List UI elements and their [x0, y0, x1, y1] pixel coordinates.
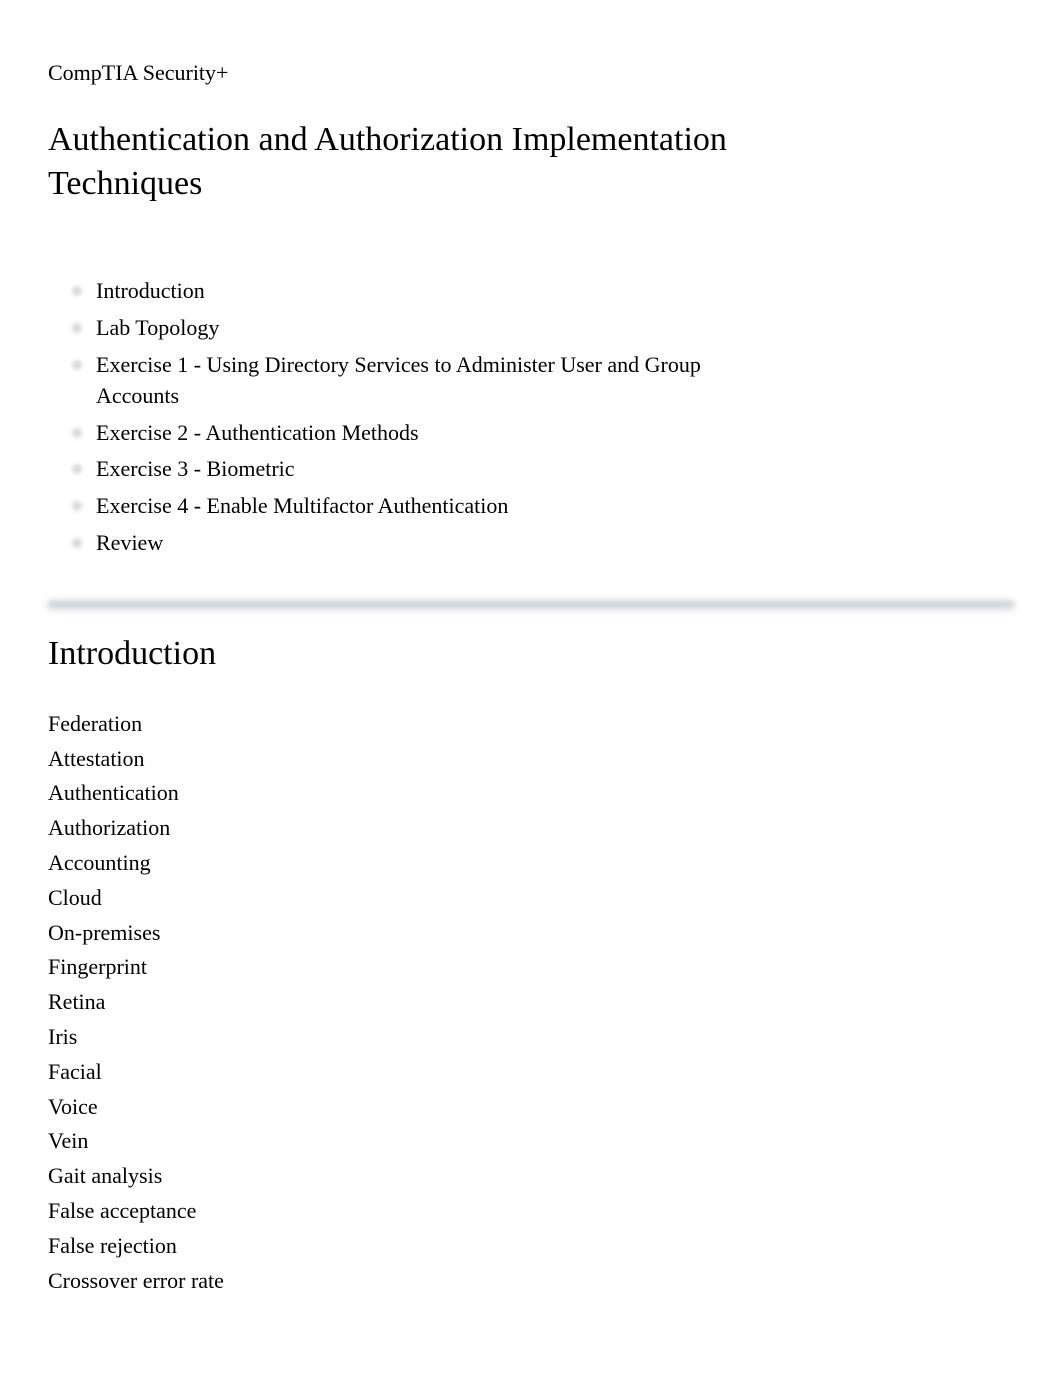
toc-item-label: Exercise 2 - Authentication Methods: [96, 418, 419, 449]
toc-item[interactable]: Exercise 2 - Authentication Methods: [72, 418, 1014, 449]
toc-item-label: Introduction: [96, 276, 205, 307]
course-title: CompTIA Security+: [48, 60, 1014, 86]
toc-item[interactable]: Lab Topology: [72, 313, 1014, 344]
term-item: Accounting: [48, 848, 1014, 879]
term-item: Iris: [48, 1022, 1014, 1053]
term-item: Retina: [48, 987, 1014, 1018]
term-item: False acceptance: [48, 1196, 1014, 1227]
bullet-icon: [72, 538, 82, 548]
term-item: Attestation: [48, 744, 1014, 775]
term-item: False rejection: [48, 1231, 1014, 1262]
bullet-icon: [72, 286, 82, 296]
toc-item-label: Exercise 4 - Enable Multifactor Authenti…: [96, 491, 508, 522]
bullet-icon: [72, 323, 82, 333]
toc-item[interactable]: Exercise 4 - Enable Multifactor Authenti…: [72, 491, 1014, 522]
toc-list: Introduction Lab Topology Exercise 1 - U…: [48, 276, 1014, 558]
toc-item-label: Exercise 1 - Using Directory Services to…: [96, 350, 716, 412]
toc-item[interactable]: Introduction: [72, 276, 1014, 307]
term-item: Facial: [48, 1057, 1014, 1088]
term-item: Cloud: [48, 883, 1014, 914]
toc-item-label: Review: [96, 528, 163, 559]
term-item: Crossover error rate: [48, 1266, 1014, 1297]
toc-item[interactable]: Review: [72, 528, 1014, 559]
term-item: Authorization: [48, 813, 1014, 844]
bullet-icon: [72, 428, 82, 438]
terms-list: Federation Attestation Authentication Au…: [48, 709, 1014, 1297]
main-title: Authentication and Authorization Impleme…: [48, 118, 748, 206]
term-item: Federation: [48, 709, 1014, 740]
term-item: On-premises: [48, 918, 1014, 949]
section-title: Introduction: [48, 635, 1014, 673]
term-item: Vein: [48, 1126, 1014, 1157]
term-item: Gait analysis: [48, 1161, 1014, 1192]
toc-item-label: Exercise 3 - Biometric: [96, 454, 295, 485]
toc-item[interactable]: Exercise 1 - Using Directory Services to…: [72, 350, 1014, 412]
bullet-icon: [72, 464, 82, 474]
toc-item-label: Lab Topology: [96, 313, 219, 344]
term-item: Fingerprint: [48, 952, 1014, 983]
bullet-icon: [72, 501, 82, 511]
section-divider: [48, 601, 1014, 607]
term-item: Authentication: [48, 778, 1014, 809]
divider-wrapper: [48, 601, 1014, 607]
term-item: Voice: [48, 1092, 1014, 1123]
toc-item[interactable]: Exercise 3 - Biometric: [72, 454, 1014, 485]
bullet-icon: [72, 360, 82, 370]
